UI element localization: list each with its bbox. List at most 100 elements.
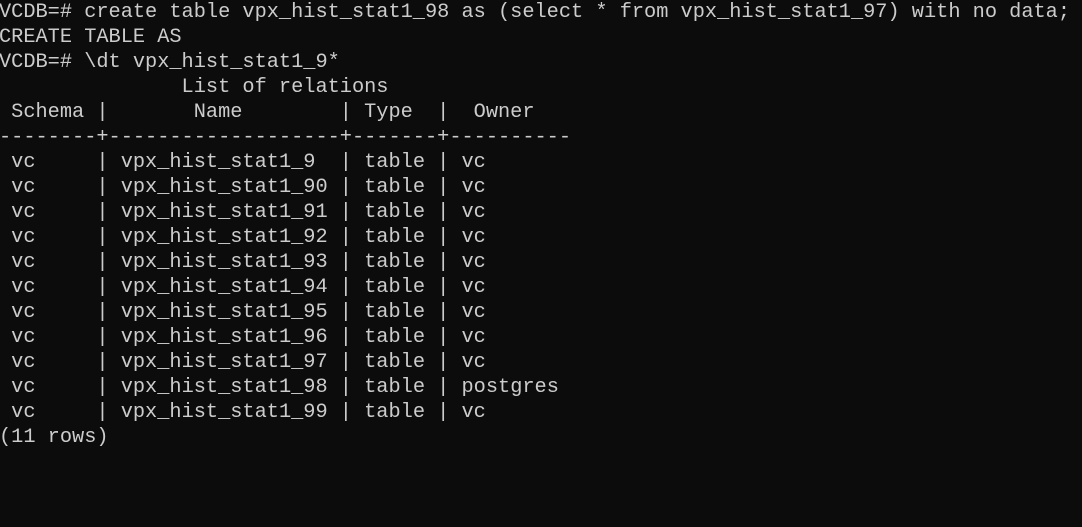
cell-padding: [352, 376, 364, 399]
table-cell-owner: vc: [461, 401, 486, 424]
empty-prompt-area: [0, 450, 1082, 475]
table-row: vc | vpx_hist_stat1_99 | table | vc: [0, 400, 1082, 425]
table-cell-type: table: [364, 376, 425, 399]
table-cell-name: vpx_hist_stat1_92: [120, 226, 328, 249]
table-cell-owner: vc: [461, 226, 486, 249]
cell-padding: [328, 351, 340, 374]
cell-padding: [36, 401, 97, 424]
table-cell-owner: vc: [461, 151, 486, 174]
cell-padding: [352, 226, 364, 249]
table-title: List of relations: [0, 76, 389, 99]
table-cell-name: vpx_hist_stat1_9: [120, 151, 316, 174]
table-row: vc | vpx_hist_stat1_96 | table | vc: [0, 325, 1082, 350]
table-cell-type: table: [364, 326, 425, 349]
table-row: vc | vpx_hist_stat1_9 | table | vc: [0, 150, 1082, 175]
table-cell-schema: vc: [11, 176, 36, 199]
column-separator: |: [437, 251, 450, 274]
table-cell-type: table: [364, 201, 425, 224]
column-separator: |: [96, 226, 109, 249]
cell-padding: [328, 401, 340, 424]
table-cell-schema: vc: [11, 351, 36, 374]
column-separator: |: [96, 351, 109, 374]
table-cell-type: table: [364, 301, 425, 324]
terminal-window[interactable]: VCDB=# create table vpx_hist_stat1_98 as…: [0, 0, 1082, 527]
column-separator: |: [437, 201, 450, 224]
cell-padding: [36, 251, 97, 274]
table-cell-schema: vc: [11, 401, 36, 424]
table-cell-name: vpx_hist_stat1_91: [120, 201, 328, 224]
cell-padding: [0, 176, 11, 199]
cell-padding: [0, 226, 11, 249]
table-cell-owner: vc: [461, 176, 486, 199]
column-separator: |: [96, 276, 109, 299]
column-separator: |: [339, 326, 352, 349]
cell-padding: [109, 351, 121, 374]
table-row: vc | vpx_hist_stat1_90 | table | vc: [0, 175, 1082, 200]
column-separator: |: [96, 376, 109, 399]
cell-padding: [36, 376, 97, 399]
column-separator: |: [96, 326, 109, 349]
cell-padding: [328, 301, 340, 324]
cell-padding: [425, 401, 437, 424]
table-cell-name: vpx_hist_stat1_93: [120, 251, 328, 274]
table-cell-owner: postgres: [461, 376, 559, 399]
table-cell-type: table: [364, 176, 425, 199]
cell-padding: [0, 151, 11, 174]
cell-padding: [352, 176, 364, 199]
cell-padding: [352, 401, 364, 424]
cell-padding: [449, 326, 461, 349]
table-row: vc | vpx_hist_stat1_93 | table | vc: [0, 250, 1082, 275]
cell-padding: [328, 251, 340, 274]
cell-padding: [109, 226, 121, 249]
cell-padding: [449, 301, 461, 324]
cell-padding: [328, 326, 340, 349]
cell-padding: [352, 326, 364, 349]
cell-padding: [449, 151, 461, 174]
column-separator: |: [339, 376, 352, 399]
table-cell-type: table: [364, 276, 425, 299]
table-cell-owner: vc: [461, 201, 486, 224]
cell-padding: [109, 201, 121, 224]
column-separator: |: [339, 351, 352, 374]
table-cell-owner: vc: [461, 276, 486, 299]
table-cell-type: table: [364, 351, 425, 374]
command-line-create-table: VCDB=# create table vpx_hist_stat1_98 as…: [0, 1, 1071, 24]
cell-padding: [449, 201, 461, 224]
table-row: vc | vpx_hist_stat1_97 | table | vc: [0, 350, 1082, 375]
table-cell-name: vpx_hist_stat1_90: [120, 176, 328, 199]
cell-padding: [0, 376, 11, 399]
cell-padding: [36, 276, 97, 299]
command-result: CREATE TABLE AS: [0, 26, 182, 49]
column-separator: |: [437, 226, 450, 249]
cell-padding: [425, 326, 437, 349]
cell-padding: [449, 351, 461, 374]
cell-padding: [109, 151, 121, 174]
cell-padding: [109, 276, 121, 299]
column-separator: |: [437, 401, 450, 424]
column-separator: |: [96, 251, 109, 274]
table-cell-owner: vc: [461, 326, 486, 349]
cell-padding: [449, 376, 461, 399]
cell-padding: [425, 301, 437, 324]
cell-padding: [328, 226, 340, 249]
cell-padding: [0, 301, 11, 324]
table-separator: --------+-------------------+-------+---…: [0, 126, 572, 149]
command-line-dt: VCDB=# \dt vpx_hist_stat1_9*: [0, 51, 340, 74]
column-separator: |: [339, 301, 352, 324]
column-separator: |: [339, 276, 352, 299]
column-separator: |: [339, 251, 352, 274]
column-separator: |: [437, 276, 450, 299]
column-separator: |: [437, 176, 450, 199]
cell-padding: [109, 176, 121, 199]
cell-padding: [36, 326, 97, 349]
table-cell-schema: vc: [11, 326, 36, 349]
cell-padding: [328, 201, 340, 224]
cell-padding: [109, 301, 121, 324]
cell-padding: [109, 251, 121, 274]
cell-padding: [36, 201, 97, 224]
table-body: vc | vpx_hist_stat1_9 | table | vc vc | …: [0, 150, 1082, 425]
cell-padding: [109, 376, 121, 399]
table-cell-name: vpx_hist_stat1_98: [120, 376, 328, 399]
column-separator: |: [96, 301, 109, 324]
column-separator: |: [437, 326, 450, 349]
